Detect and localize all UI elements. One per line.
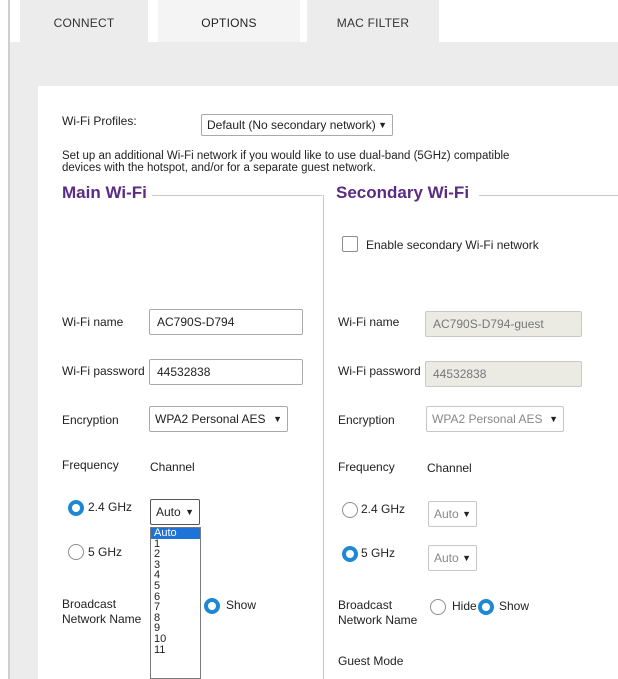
secondary-channel-24-select[interactable]: Auto ▼ bbox=[428, 501, 477, 527]
tab-options[interactable]: OPTIONS bbox=[158, 0, 300, 42]
secondary-broadcast-label-line-2: Network Name bbox=[338, 613, 418, 627]
secondary-freq-5-radio[interactable] bbox=[342, 546, 358, 562]
secondary-broadcast-label-line-1: Broadcast bbox=[338, 598, 393, 612]
description-text: Set up an additional Wi-Fi network if yo… bbox=[62, 150, 509, 174]
main-freq-5-label: 5 GHz bbox=[88, 545, 123, 559]
main-encryption-value: WPA2 Personal AES bbox=[155, 412, 266, 426]
dropdown-arrow-icon: ▼ bbox=[549, 414, 558, 424]
secondary-wifi-title: Secondary Wi-Fi bbox=[336, 183, 470, 202]
column-divider bbox=[323, 195, 324, 679]
main-wifi-name-input[interactable]: AC790S-D794 bbox=[149, 309, 303, 335]
main-channel-label: Channel bbox=[150, 460, 195, 474]
secondary-channel-24-value: Auto bbox=[434, 507, 459, 521]
dropdown-arrow-icon: ▼ bbox=[378, 120, 387, 130]
main-freq-24-radio[interactable] bbox=[68, 500, 84, 516]
main-wifi-name-label: Wi-Fi name bbox=[62, 315, 124, 329]
secondary-frequency-label: Frequency bbox=[338, 460, 395, 474]
enable-secondary-checkbox[interactable] bbox=[342, 236, 358, 252]
secondary-freq-5-label: 5 GHz bbox=[361, 546, 396, 560]
description-line-2: devices with the hotspot, and/or for a s… bbox=[62, 162, 376, 174]
wifi-profiles-select[interactable]: Default (No secondary network) ▼ bbox=[201, 114, 393, 136]
secondary-broadcast-show-label: Show bbox=[499, 599, 530, 613]
secondary-freq-24-label: 2.4 GHz bbox=[361, 502, 406, 516]
main-encryption-label: Encryption bbox=[62, 413, 119, 427]
secondary-broadcast-hide-radio[interactable] bbox=[430, 599, 446, 615]
dropdown-arrow-icon: ▼ bbox=[462, 553, 471, 563]
main-broadcast-show-label: Show bbox=[226, 598, 257, 612]
main-wifi-rule bbox=[152, 195, 322, 196]
main-wifi-password-label: Wi-Fi password bbox=[62, 364, 145, 378]
main-channel-value: Auto bbox=[156, 505, 181, 519]
secondary-guest-mode-label: Guest Mode bbox=[338, 654, 404, 668]
tab-connect[interactable]: CONNECT bbox=[20, 0, 148, 42]
dropdown-arrow-icon: ▼ bbox=[462, 509, 471, 519]
secondary-broadcast-label: Broadcast Network Name bbox=[338, 598, 417, 628]
secondary-encryption-select[interactable]: WPA2 Personal AES ▼ bbox=[426, 406, 564, 432]
secondary-wifi-password-input[interactable]: 44532838 bbox=[425, 361, 582, 387]
secondary-wifi-name-label: Wi-Fi name bbox=[338, 315, 400, 329]
channel-option[interactable]: 10 bbox=[151, 634, 200, 645]
wifi-profiles-label: Wi-Fi Profiles: bbox=[62, 114, 137, 128]
secondary-channel-5-value: Auto bbox=[434, 551, 459, 565]
dropdown-arrow-icon: ▼ bbox=[273, 414, 282, 424]
main-wifi-title: Main Wi-Fi bbox=[62, 183, 147, 202]
channel-option[interactable]: 5 bbox=[151, 581, 200, 592]
main-broadcast-show-radio[interactable] bbox=[204, 598, 220, 614]
secondary-broadcast-show-radio[interactable] bbox=[478, 599, 494, 615]
secondary-channel-label: Channel bbox=[427, 461, 472, 475]
channel-dropdown-list[interactable]: Auto 1 2 3 4 5 6 7 8 9 10 11 bbox=[150, 527, 201, 679]
channel-option[interactable]: Auto bbox=[151, 528, 200, 539]
main-encryption-select[interactable]: WPA2 Personal AES ▼ bbox=[149, 406, 288, 432]
secondary-wifi-name-input[interactable]: AC790S-D794-guest bbox=[425, 311, 582, 337]
main-wifi-password-input[interactable]: 44532838 bbox=[149, 359, 303, 385]
secondary-channel-5-select[interactable]: Auto ▼ bbox=[428, 545, 477, 571]
secondary-encryption-label: Encryption bbox=[338, 413, 395, 427]
main-freq-5-radio[interactable] bbox=[68, 544, 84, 560]
wifi-profiles-value: Default (No secondary network) bbox=[207, 118, 376, 132]
secondary-wifi-rule bbox=[479, 195, 618, 196]
enable-secondary-label: Enable secondary Wi-Fi network bbox=[366, 238, 539, 252]
main-freq-24-label: 2.4 GHz bbox=[88, 500, 133, 514]
secondary-freq-24-radio[interactable] bbox=[342, 502, 358, 518]
main-broadcast-label-line-2: Network Name bbox=[62, 612, 142, 626]
panel-margin bbox=[10, 86, 38, 679]
tab-mac-filter[interactable]: MAC FILTER bbox=[307, 0, 439, 42]
main-broadcast-label: Broadcast Network Name bbox=[62, 597, 141, 627]
main-channel-select[interactable]: Auto ▼ bbox=[150, 499, 200, 525]
dropdown-arrow-icon: ▼ bbox=[185, 507, 194, 517]
secondary-encryption-value: WPA2 Personal AES bbox=[432, 412, 543, 426]
description-line-1: Set up an additional Wi-Fi network if yo… bbox=[62, 150, 510, 162]
secondary-wifi-password-label: Wi-Fi password bbox=[338, 364, 421, 378]
tab-content-header bbox=[10, 42, 618, 86]
tab-bar: CONNECT OPTIONS MAC FILTER bbox=[10, 0, 618, 42]
main-frequency-label: Frequency bbox=[62, 458, 119, 472]
channel-option[interactable]: 11 bbox=[151, 644, 200, 656]
main-broadcast-label-line-1: Broadcast bbox=[62, 597, 117, 611]
secondary-broadcast-hide-label: Hide bbox=[452, 599, 477, 613]
